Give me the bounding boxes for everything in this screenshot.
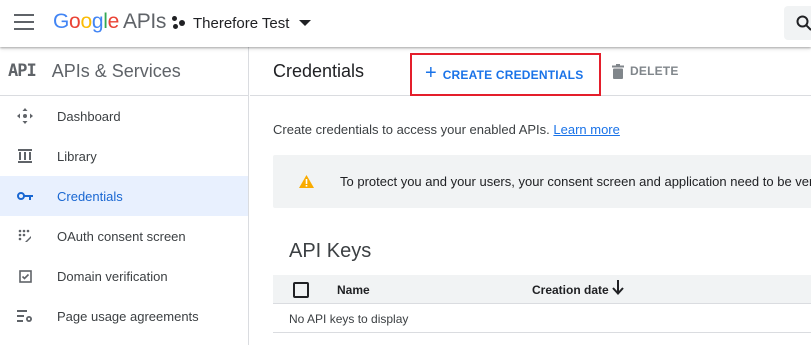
- chevron-down-icon: [299, 20, 312, 26]
- oauth-consent-icon: [16, 227, 34, 245]
- menu-icon[interactable]: [14, 14, 34, 30]
- main-content: Credentials + CREATE CREDENTIALS DELETE …: [250, 47, 811, 345]
- api-keys-heading: API Keys: [289, 240, 372, 262]
- delete-label: DELETE: [630, 64, 679, 78]
- sidebar-item-library[interactable]: Library: [0, 136, 248, 176]
- dashboard-icon: [16, 107, 34, 125]
- sidebar-item-label: Page usage agreements: [57, 308, 199, 324]
- sidebar-item-label: Dashboard: [57, 108, 121, 124]
- create-credentials-label: CREATE CREDENTIALS: [442, 67, 584, 82]
- google-apis-logo[interactable]: Google APIs: [53, 10, 166, 34]
- main-header: Credentials + CREATE CREDENTIALS DELETE: [250, 47, 811, 96]
- sidebar-item-dashboard[interactable]: Dashboard: [0, 96, 248, 136]
- sidebar-nav: Dashboard Library Credentials OAuth cons…: [0, 96, 248, 336]
- checkbox-icon: [16, 267, 34, 285]
- sidebar-item-credentials[interactable]: Credentials: [0, 176, 248, 216]
- consent-warning-banner: To protect you and your users, your cons…: [273, 155, 811, 208]
- logo-letter: G: [53, 10, 70, 33]
- library-icon: [16, 147, 34, 165]
- api-badge-icon: API: [8, 61, 37, 81]
- search-button[interactable]: [784, 6, 811, 40]
- sidebar-item-oauth-consent[interactable]: OAuth consent screen: [0, 216, 248, 256]
- sidebar-item-domain-verification[interactable]: Domain verification: [0, 256, 248, 296]
- table-row: No API keys to display: [273, 304, 811, 333]
- plus-icon: +: [425, 62, 437, 84]
- sidebar-item-label: Domain verification: [57, 268, 168, 284]
- table-header: Name Creation date: [273, 275, 811, 304]
- logo-suffix: APIs: [122, 10, 167, 33]
- project-name: Therefore Test: [193, 14, 290, 32]
- trash-icon: [612, 63, 624, 79]
- logo-letter: o: [80, 10, 92, 33]
- sidebar-header: API APIs & Services: [0, 47, 248, 96]
- select-all-checkbox[interactable]: [293, 282, 309, 298]
- intro-text: Create credentials to access your enable…: [273, 122, 620, 137]
- project-selector[interactable]: Therefore Test: [172, 11, 312, 35]
- column-header-name[interactable]: Name: [337, 283, 370, 297]
- create-credentials-button[interactable]: + CREATE CREDENTIALS: [410, 53, 601, 96]
- banner-text: To protect you and your users, your cons…: [340, 174, 811, 189]
- sidebar-item-label: OAuth consent screen: [57, 228, 186, 244]
- logo-letter: o: [69, 10, 81, 33]
- settings-list-icon: [16, 307, 34, 325]
- project-icon: [172, 16, 186, 30]
- top-bar: Google APIs Therefore Test: [0, 0, 811, 47]
- logo-letter: g: [91, 10, 104, 33]
- intro-sentence: Create credentials to access your enable…: [273, 122, 554, 137]
- arrow-down-icon[interactable]: [612, 280, 624, 296]
- sidebar-item-page-usage-agreements[interactable]: Page usage agreements: [0, 296, 248, 336]
- page-title: Credentials: [273, 61, 365, 81]
- learn-more-link[interactable]: Learn more: [553, 122, 619, 137]
- key-icon: [16, 187, 34, 205]
- api-keys-table: Name Creation date No API keys to displa…: [273, 275, 811, 333]
- search-icon: [796, 15, 811, 31]
- sidebar-title: APIs & Services: [51, 60, 181, 81]
- column-header-creation-date[interactable]: Creation date: [532, 283, 609, 297]
- logo-letter: e: [107, 10, 120, 33]
- delete-button[interactable]: DELETE: [612, 60, 679, 82]
- sidebar-item-label: Credentials: [57, 188, 123, 204]
- warning-icon: [299, 175, 314, 188]
- empty-state-text: No API keys to display: [289, 312, 409, 326]
- sidebar: API APIs & Services Dashboard Library Cr…: [0, 47, 249, 345]
- sidebar-item-label: Library: [57, 148, 97, 164]
